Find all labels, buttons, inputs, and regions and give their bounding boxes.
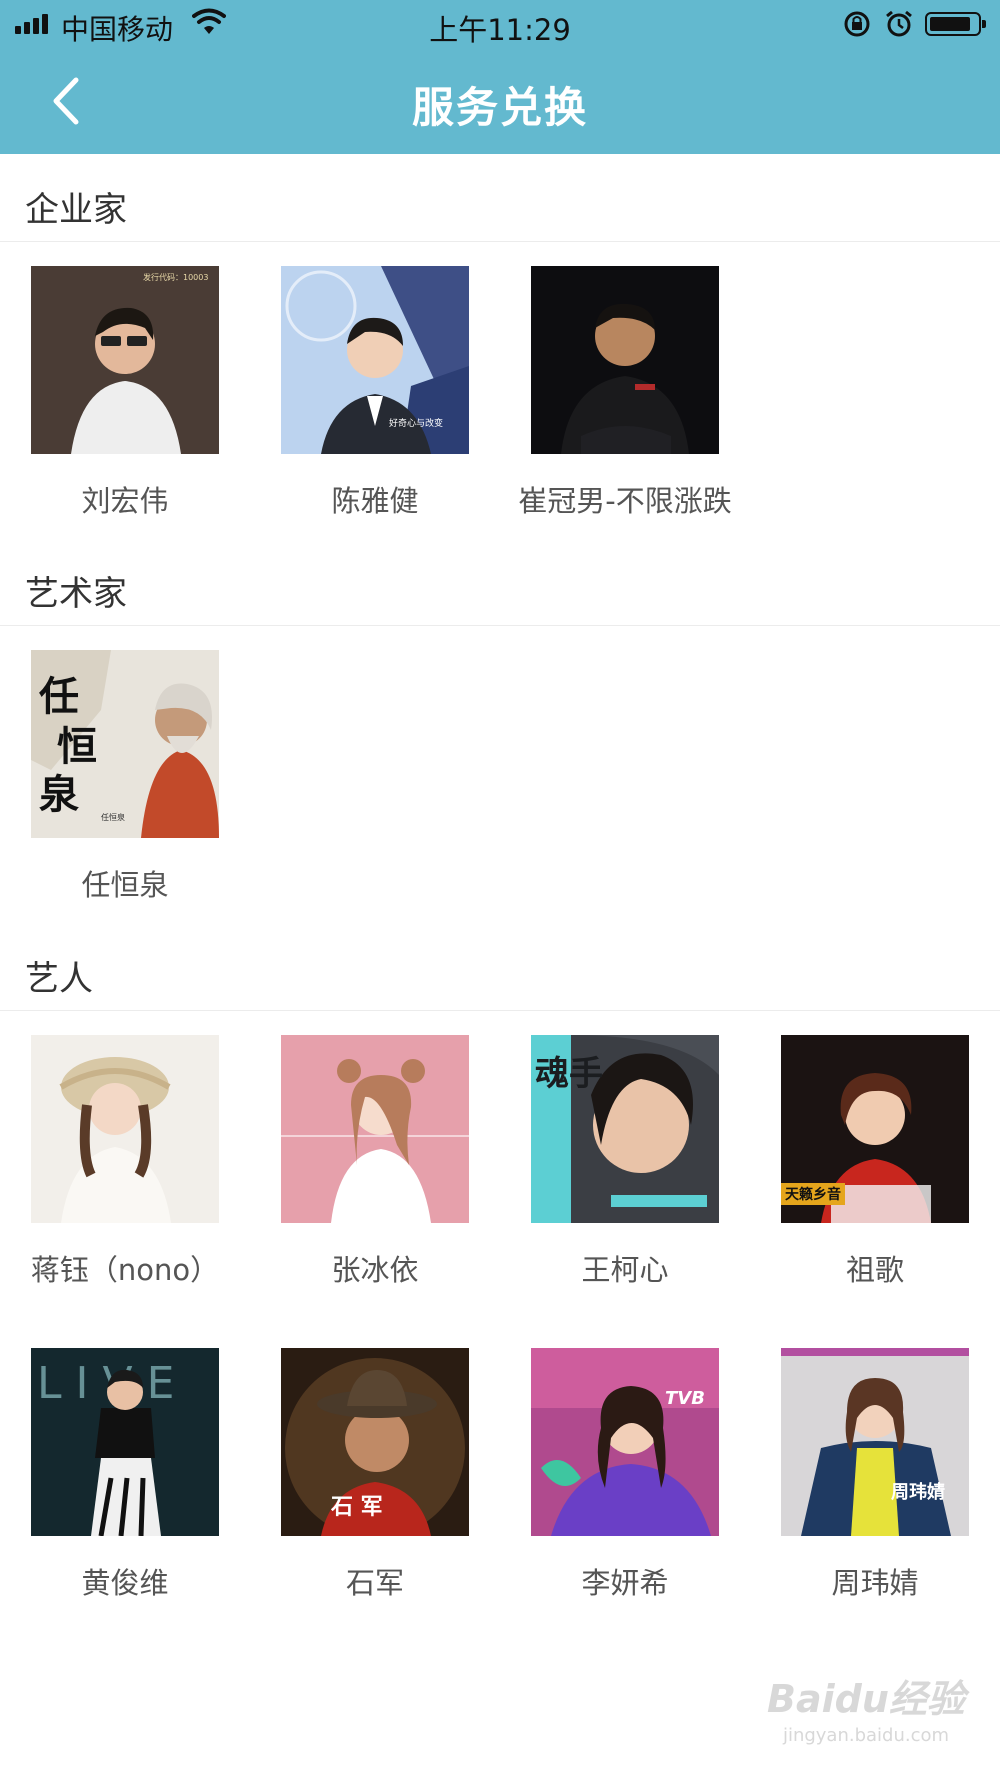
card-name: 刘宏伟 bbox=[81, 484, 169, 518]
watermark-logo: Baidu经验 bbox=[767, 1677, 965, 1721]
card-item[interactable]: TVB 李妍希 bbox=[500, 1348, 750, 1602]
avatar-image: 好奇心与改变 bbox=[281, 266, 469, 454]
svg-text:TVB: TVB bbox=[665, 1388, 705, 1409]
watermark-url: jingyan.baidu.com bbox=[782, 1725, 950, 1746]
card-name: 黄俊维 bbox=[81, 1566, 169, 1600]
avatar-image: 魂手 bbox=[531, 1035, 719, 1223]
svg-text:任恒泉: 任恒泉 bbox=[101, 812, 125, 822]
card-item[interactable]: 任 恒 泉 任恒泉 任恒泉 bbox=[0, 650, 250, 904]
svg-text:石 军: 石 军 bbox=[330, 1495, 383, 1520]
section-header-artists: 艺术家 bbox=[0, 540, 1000, 626]
section-header-entrepreneurs: 企业家 bbox=[0, 156, 1000, 242]
card-name: 祖歌 bbox=[845, 1253, 904, 1287]
avatar-image bbox=[31, 1035, 219, 1223]
card-name: 任恒泉 bbox=[81, 868, 169, 902]
card-name: 王柯心 bbox=[581, 1253, 669, 1287]
svg-text:恒: 恒 bbox=[57, 723, 97, 770]
baidu-watermark: Baidu经验 jingyan.baidu.com bbox=[766, 1668, 966, 1768]
orientation-lock-icon bbox=[844, 11, 870, 37]
avatar-image: 天籁乡音 bbox=[781, 1035, 969, 1223]
card-name: 石军 bbox=[345, 1566, 404, 1600]
avatar-image bbox=[281, 1035, 469, 1223]
card-item[interactable]: 张冰依 bbox=[250, 1035, 500, 1289]
section-header-performers: 艺人 bbox=[0, 925, 1000, 1011]
svg-text:发行代码：10003: 发行代码：10003 bbox=[143, 272, 208, 282]
card-name: 蒋钰（nono） bbox=[30, 1253, 220, 1287]
avatar-image: 发行代码：10003 bbox=[31, 266, 219, 454]
battery-icon bbox=[925, 12, 986, 36]
card-item[interactable]: 石 军 石军 bbox=[250, 1348, 500, 1602]
card-name: 陈雅健 bbox=[331, 484, 419, 518]
card-item[interactable]: 崔冠男-不限涨跌 bbox=[500, 266, 750, 520]
avatar-image: 任 恒 泉 任恒泉 bbox=[31, 650, 219, 838]
card-name: 李妍希 bbox=[581, 1566, 669, 1600]
card-item[interactable]: 天籁乡音 祖歌 bbox=[750, 1035, 1000, 1289]
svg-text:天籁乡音: 天籁乡音 bbox=[785, 1186, 841, 1203]
avatar-image: TVB bbox=[531, 1348, 719, 1536]
section-title: 艺人 bbox=[25, 959, 93, 999]
avatar-image: LIVE bbox=[31, 1348, 219, 1536]
svg-text:周玮婧: 周玮婧 bbox=[891, 1481, 945, 1503]
card-item[interactable]: 周玮婧 周玮婧 bbox=[750, 1348, 1000, 1602]
alarm-icon bbox=[886, 10, 912, 37]
avatar-image bbox=[531, 266, 719, 454]
svg-text:魂手: 魂手 bbox=[535, 1054, 603, 1094]
card-item[interactable]: LIVE 黄俊维 bbox=[0, 1348, 250, 1602]
avatar-image: 周玮婧 bbox=[781, 1348, 969, 1536]
card-name: 崔冠男-不限涨跌 bbox=[518, 484, 732, 518]
card-item[interactable]: 好奇心与改变 陈雅健 bbox=[250, 266, 500, 520]
navigation-bar: 中国移动 上午11:29 服务兑换 bbox=[0, 0, 1000, 154]
section-title: 企业家 bbox=[25, 190, 127, 230]
card-item[interactable]: 蒋钰（nono） bbox=[0, 1035, 250, 1289]
card-name: 张冰依 bbox=[331, 1253, 419, 1287]
card-item[interactable]: 发行代码：10003 刘宏伟 bbox=[0, 266, 250, 520]
svg-text:好奇心与改变: 好奇心与改变 bbox=[389, 417, 443, 429]
section-title: 艺术家 bbox=[25, 574, 127, 614]
svg-text:任: 任 bbox=[39, 673, 79, 720]
svg-text:泉: 泉 bbox=[39, 771, 79, 818]
avatar-image: 石 军 bbox=[281, 1348, 469, 1536]
page-title: 服务兑换 bbox=[411, 83, 588, 132]
status-bar: 中国移动 上午11:29 bbox=[0, 0, 1000, 50]
card-name: 周玮婧 bbox=[831, 1566, 919, 1600]
card-item[interactable]: 魂手 王柯心 bbox=[500, 1035, 750, 1289]
